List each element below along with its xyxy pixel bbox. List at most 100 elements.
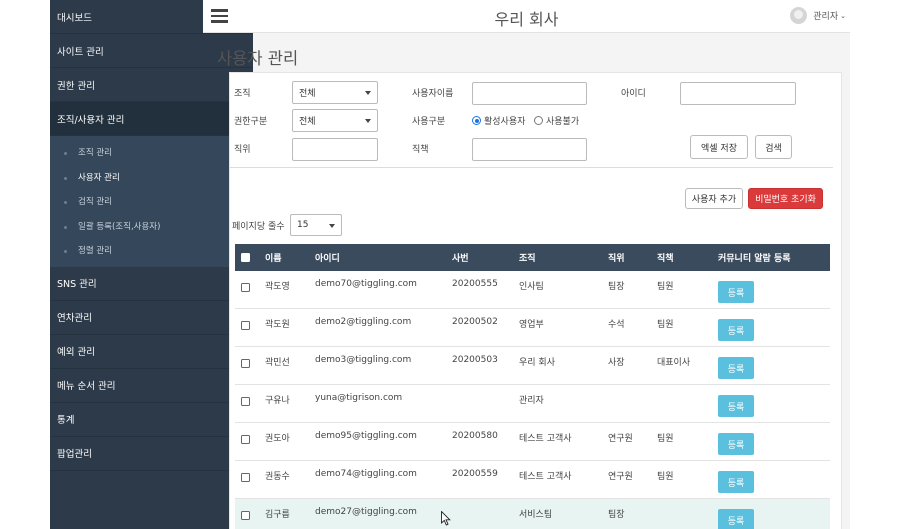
col-org: 조직 (519, 254, 536, 264)
org-label: 조직 (234, 89, 251, 99)
col-emp-no: 사번 (452, 254, 469, 264)
submenu-item-sort[interactable]: 정렬 관리 (50, 238, 250, 263)
submenu-label: 일괄 등록(조직,사용자) (78, 221, 161, 232)
sidebar-item-permission[interactable]: 권한 관리 (50, 68, 253, 102)
position-input[interactable] (292, 138, 378, 161)
sidebar-item-label: SNS 관리 (57, 279, 97, 290)
cell-emp-no: 20200555 (452, 279, 498, 289)
cell-name: 곽민선 (265, 358, 290, 368)
cell-position: 연구원 (608, 472, 633, 482)
cell-position: 팀장 (608, 282, 625, 292)
sidebar-item-label: 조직/사용자 관리 (57, 114, 125, 126)
submenu-label: 검직 관리 (78, 197, 112, 208)
user-name: 관리자 (813, 12, 839, 22)
register-button[interactable]: 등록 (718, 395, 754, 417)
row-checkbox[interactable] (241, 511, 250, 520)
cell-emp-no: 20200503 (452, 355, 498, 365)
sidebar-submenu: 조직 관리 사용자 관리 검직 관리 일괄 등록(조직,사용자) 정렬 관리 (50, 136, 253, 267)
radio-label: 사용불가 (546, 117, 580, 127)
submenu-label: 사용자 관리 (78, 172, 120, 183)
submenu-item-user[interactable]: 사용자 관리 (50, 165, 250, 190)
submenu-item-org[interactable]: 조직 관리 (50, 140, 250, 165)
username-label: 사용자이름 (412, 89, 454, 99)
cell-name: 권동수 (265, 472, 290, 482)
submenu-label: 조직 관리 (78, 148, 112, 159)
cell-position: 연구원 (608, 434, 633, 444)
cell-id: demo3@tiggling.com (315, 355, 412, 365)
select-all-checkbox[interactable] (241, 253, 250, 262)
table-row: 권동수 demo74@tiggling.com 20200559 테스트 고객사 연구원… (235, 461, 830, 499)
register-button[interactable]: 등록 (718, 281, 754, 303)
col-id: 아이디 (315, 254, 340, 264)
register-button[interactable]: 등록 (718, 319, 754, 341)
search-button[interactable]: 검색 (755, 135, 792, 159)
avatar (790, 7, 808, 24)
submenu-item-dual-position[interactable]: 검직 관리 (50, 189, 250, 214)
cell-name: 김구름 (265, 510, 290, 520)
cell-org: 영업부 (519, 320, 544, 330)
cell-position: 사장 (608, 358, 625, 368)
id-input[interactable] (680, 82, 796, 105)
cell-org: 테스트 고객사 (519, 434, 572, 444)
row-checkbox[interactable] (241, 321, 250, 330)
row-checkbox[interactable] (241, 473, 250, 482)
sidebar-item-label: 대시보드 (57, 12, 92, 24)
sidebar-item-label: 사이트 관리 (57, 46, 104, 58)
table-row: 구유나 yuna@tigrison.com 관리자 등록 (235, 385, 830, 423)
radio-label: 활성사용자 (484, 117, 526, 127)
cell-duty: 팀원 (657, 434, 674, 444)
radio-active-user[interactable]: 활성사용자 (472, 114, 525, 127)
add-user-button[interactable]: 사용자 추가 (685, 188, 743, 209)
sidebar-item-exception[interactable]: 예외 관리 (50, 335, 253, 369)
paging-select[interactable]: 15 (290, 214, 342, 236)
row-checkbox[interactable] (241, 283, 250, 292)
position-label: 직위 (234, 145, 251, 155)
excel-save-button[interactable]: 엑셀 저장 (690, 135, 748, 159)
row-checkbox[interactable] (241, 435, 250, 444)
sidebar-item-menu-order[interactable]: 메뉴 순서 관리 (50, 369, 253, 403)
cell-emp-no: 20200559 (452, 469, 498, 479)
submenu-item-bulk-register[interactable]: 일괄 등록(조직,사용자) (50, 214, 250, 239)
page-title: 사용자 관리 (217, 49, 299, 68)
sidebar-item-leave[interactable]: 연차관리 (50, 301, 253, 335)
radio-unchecked-icon (534, 116, 543, 125)
register-button[interactable]: 등록 (718, 509, 754, 529)
radio-inactive-user[interactable]: 사용불가 (534, 114, 579, 127)
cell-duty: 대표이사 (657, 358, 691, 368)
table-row: 곽도원 demo2@tiggling.com 20200502 영업부 수석 팀원 등록 (235, 309, 830, 347)
username-input[interactable] (472, 82, 587, 105)
cell-name: 곽도영 (265, 282, 290, 292)
cell-name: 구유나 (265, 396, 290, 406)
sidebar-item-sns[interactable]: SNS 관리 (50, 267, 253, 301)
col-name: 이름 (265, 254, 282, 264)
cell-org: 서비스팀 (519, 510, 553, 520)
row-checkbox[interactable] (241, 397, 250, 406)
reset-password-button[interactable]: 비밀번호 초기화 (748, 188, 823, 209)
duty-input[interactable] (472, 138, 587, 161)
sidebar-item-popup[interactable]: 팝업관리 (50, 437, 253, 471)
register-button[interactable]: 등록 (718, 357, 754, 379)
submenu-label: 정렬 관리 (78, 246, 112, 257)
role-select[interactable]: 전체 (292, 109, 378, 132)
content-panel: 조직 전체 사용자이름 아이디 권한구분 전체 사용구분 활성사용자 사용불가 … (229, 72, 842, 529)
top-bar: 우리 회사 관리자 ⌄ (203, 0, 850, 33)
sidebar-item-stats[interactable]: 통계 (50, 403, 253, 437)
radio-checked-icon (472, 116, 481, 125)
table-row: 김구름 demo27@tiggling.com 서비스팀 팀장 등록 (235, 499, 830, 529)
sidebar-item-org-user[interactable]: 조직/사용자 관리 (50, 102, 253, 136)
register-button[interactable]: 등록 (718, 433, 754, 455)
paging-select-value: 15 (297, 220, 309, 230)
cell-position: 수석 (608, 320, 625, 330)
cell-position: 팀장 (608, 510, 625, 520)
usertype-label: 사용구분 (412, 117, 446, 127)
divider (230, 167, 833, 168)
mouse-cursor-icon (441, 511, 451, 526)
paging-label: 페이지당 줄수 (232, 222, 285, 232)
row-checkbox[interactable] (241, 359, 250, 368)
sidebar-item-label: 통계 (57, 415, 75, 426)
user-menu[interactable]: 관리자 ⌄ (790, 7, 846, 24)
cell-id: demo74@tiggling.com (315, 469, 417, 479)
org-select[interactable]: 전체 (292, 81, 378, 104)
register-button[interactable]: 등록 (718, 471, 754, 493)
cell-id: demo2@tiggling.com (315, 317, 412, 327)
